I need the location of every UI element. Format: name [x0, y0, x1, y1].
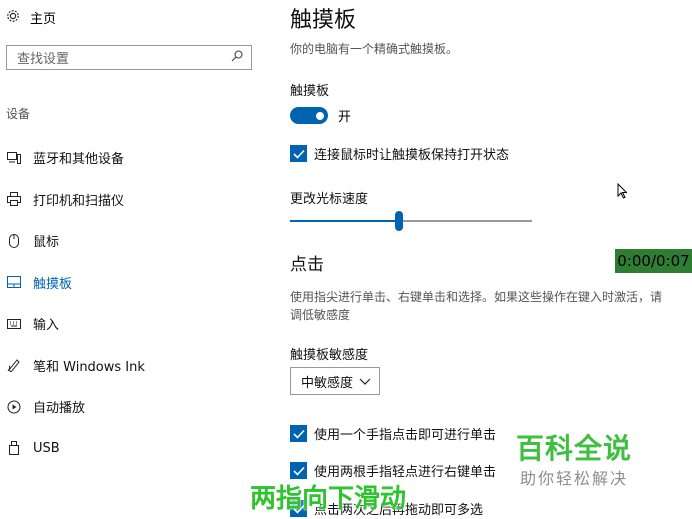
checkmark-icon	[290, 145, 307, 162]
keyboard-icon	[6, 316, 22, 332]
sidebar-item-label: 输入	[33, 318, 60, 334]
page-subtitle: 你的电脑有一个精确式触摸板。	[290, 42, 459, 56]
checkmark-icon	[290, 425, 307, 442]
autoplay-icon	[6, 399, 22, 415]
mouse-pointer-icon	[617, 182, 628, 203]
sensitivity-label: 触摸板敏感度	[290, 348, 369, 363]
sidebar-item-label: 笔和 Windows Ink	[33, 359, 145, 375]
watermark-subtitle: 助你轻松解决	[520, 469, 629, 488]
sidebar-nav: 蓝牙和其他设备 打印机和扫描仪 鼠标 触摸板 输入 笔和 Windows Ink…	[0, 137, 262, 469]
search-input[interactable]: 查找设置	[6, 45, 252, 70]
sidebar: 主页 查找设置 设备 蓝牙和其他设备 打印机和扫描仪 鼠标 触摸板 输入 笔和 …	[0, 0, 262, 519]
checkbox-label: 连接鼠标时让触摸板保持打开状态	[314, 148, 510, 163]
sidebar-item-printers[interactable]: 打印机和扫描仪	[0, 179, 262, 221]
page-title: 触摸板	[290, 8, 357, 33]
gear-icon	[6, 9, 20, 27]
toggle-state-text: 开	[338, 110, 352, 125]
section-heading-click: 点击	[290, 255, 324, 275]
checkmark-icon	[290, 462, 307, 479]
printer-icon	[6, 191, 22, 207]
toggle-knob	[316, 111, 324, 120]
home-label: 主页	[30, 12, 57, 27]
watermark-title: 百科全说	[516, 432, 633, 465]
watermark: 百科全说 助你轻松解决	[516, 427, 632, 489]
pen-icon	[6, 357, 22, 373]
usb-icon	[6, 440, 22, 456]
sidebar-item-label: 触摸板	[33, 276, 73, 292]
cursor-speed-slider[interactable]	[290, 211, 532, 231]
sidebar-item-label: USB	[33, 440, 60, 456]
touchpad-icon	[6, 274, 22, 290]
sidebar-item-touchpad[interactable]: 触摸板	[0, 262, 262, 304]
touchpad-toggle[interactable]	[290, 107, 328, 124]
sidebar-item-label: 打印机和扫描仪	[33, 193, 125, 209]
sidebar-item-typing[interactable]: 输入	[0, 303, 262, 345]
home-nav-item[interactable]: 主页	[6, 8, 56, 27]
click-description: 使用指尖进行单击、右键单击和选择。如果这些操作在键入时激活，请调低敏感度	[290, 290, 663, 322]
video-timer: 0:00/0:07	[615, 249, 692, 273]
section-label-devices: 设备	[6, 107, 31, 121]
video-caption: 两指向下滑动	[250, 484, 407, 514]
sidebar-item-label: 自动播放	[33, 401, 86, 417]
keep-on-with-mouse-checkbox[interactable]: 连接鼠标时让触摸板保持打开状态	[290, 144, 509, 163]
chevron-down-icon	[359, 374, 371, 389]
bluetooth-devices-icon	[6, 150, 22, 166]
slider-fill	[290, 220, 399, 222]
mouse-icon	[6, 233, 22, 249]
sidebar-item-bluetooth[interactable]: 蓝牙和其他设备	[0, 137, 262, 179]
sidebar-item-autoplay[interactable]: 自动播放	[0, 386, 262, 428]
sidebar-item-label: 鼠标	[33, 235, 60, 251]
sidebar-item-mouse[interactable]: 鼠标	[0, 220, 262, 262]
sidebar-item-label: 蓝牙和其他设备	[33, 152, 125, 168]
search-placeholder: 查找设置	[17, 52, 70, 67]
cursor-speed-label: 更改光标速度	[290, 192, 369, 207]
sidebar-item-pen[interactable]: 笔和 Windows Ink	[0, 345, 262, 387]
sensitivity-dropdown[interactable]: 中敏感度	[290, 367, 380, 395]
search-icon[interactable]	[231, 49, 243, 66]
sensitivity-value: 中敏感度	[301, 375, 354, 391]
sidebar-item-usb[interactable]: USB	[0, 428, 262, 470]
single-tap-checkbox[interactable]: 使用一个手指点击即可进行单击	[290, 424, 496, 443]
checkbox-label: 使用一个手指点击即可进行单击	[314, 428, 497, 443]
slider-thumb[interactable]	[394, 211, 403, 231]
touchpad-toggle-label: 触摸板	[290, 84, 330, 99]
